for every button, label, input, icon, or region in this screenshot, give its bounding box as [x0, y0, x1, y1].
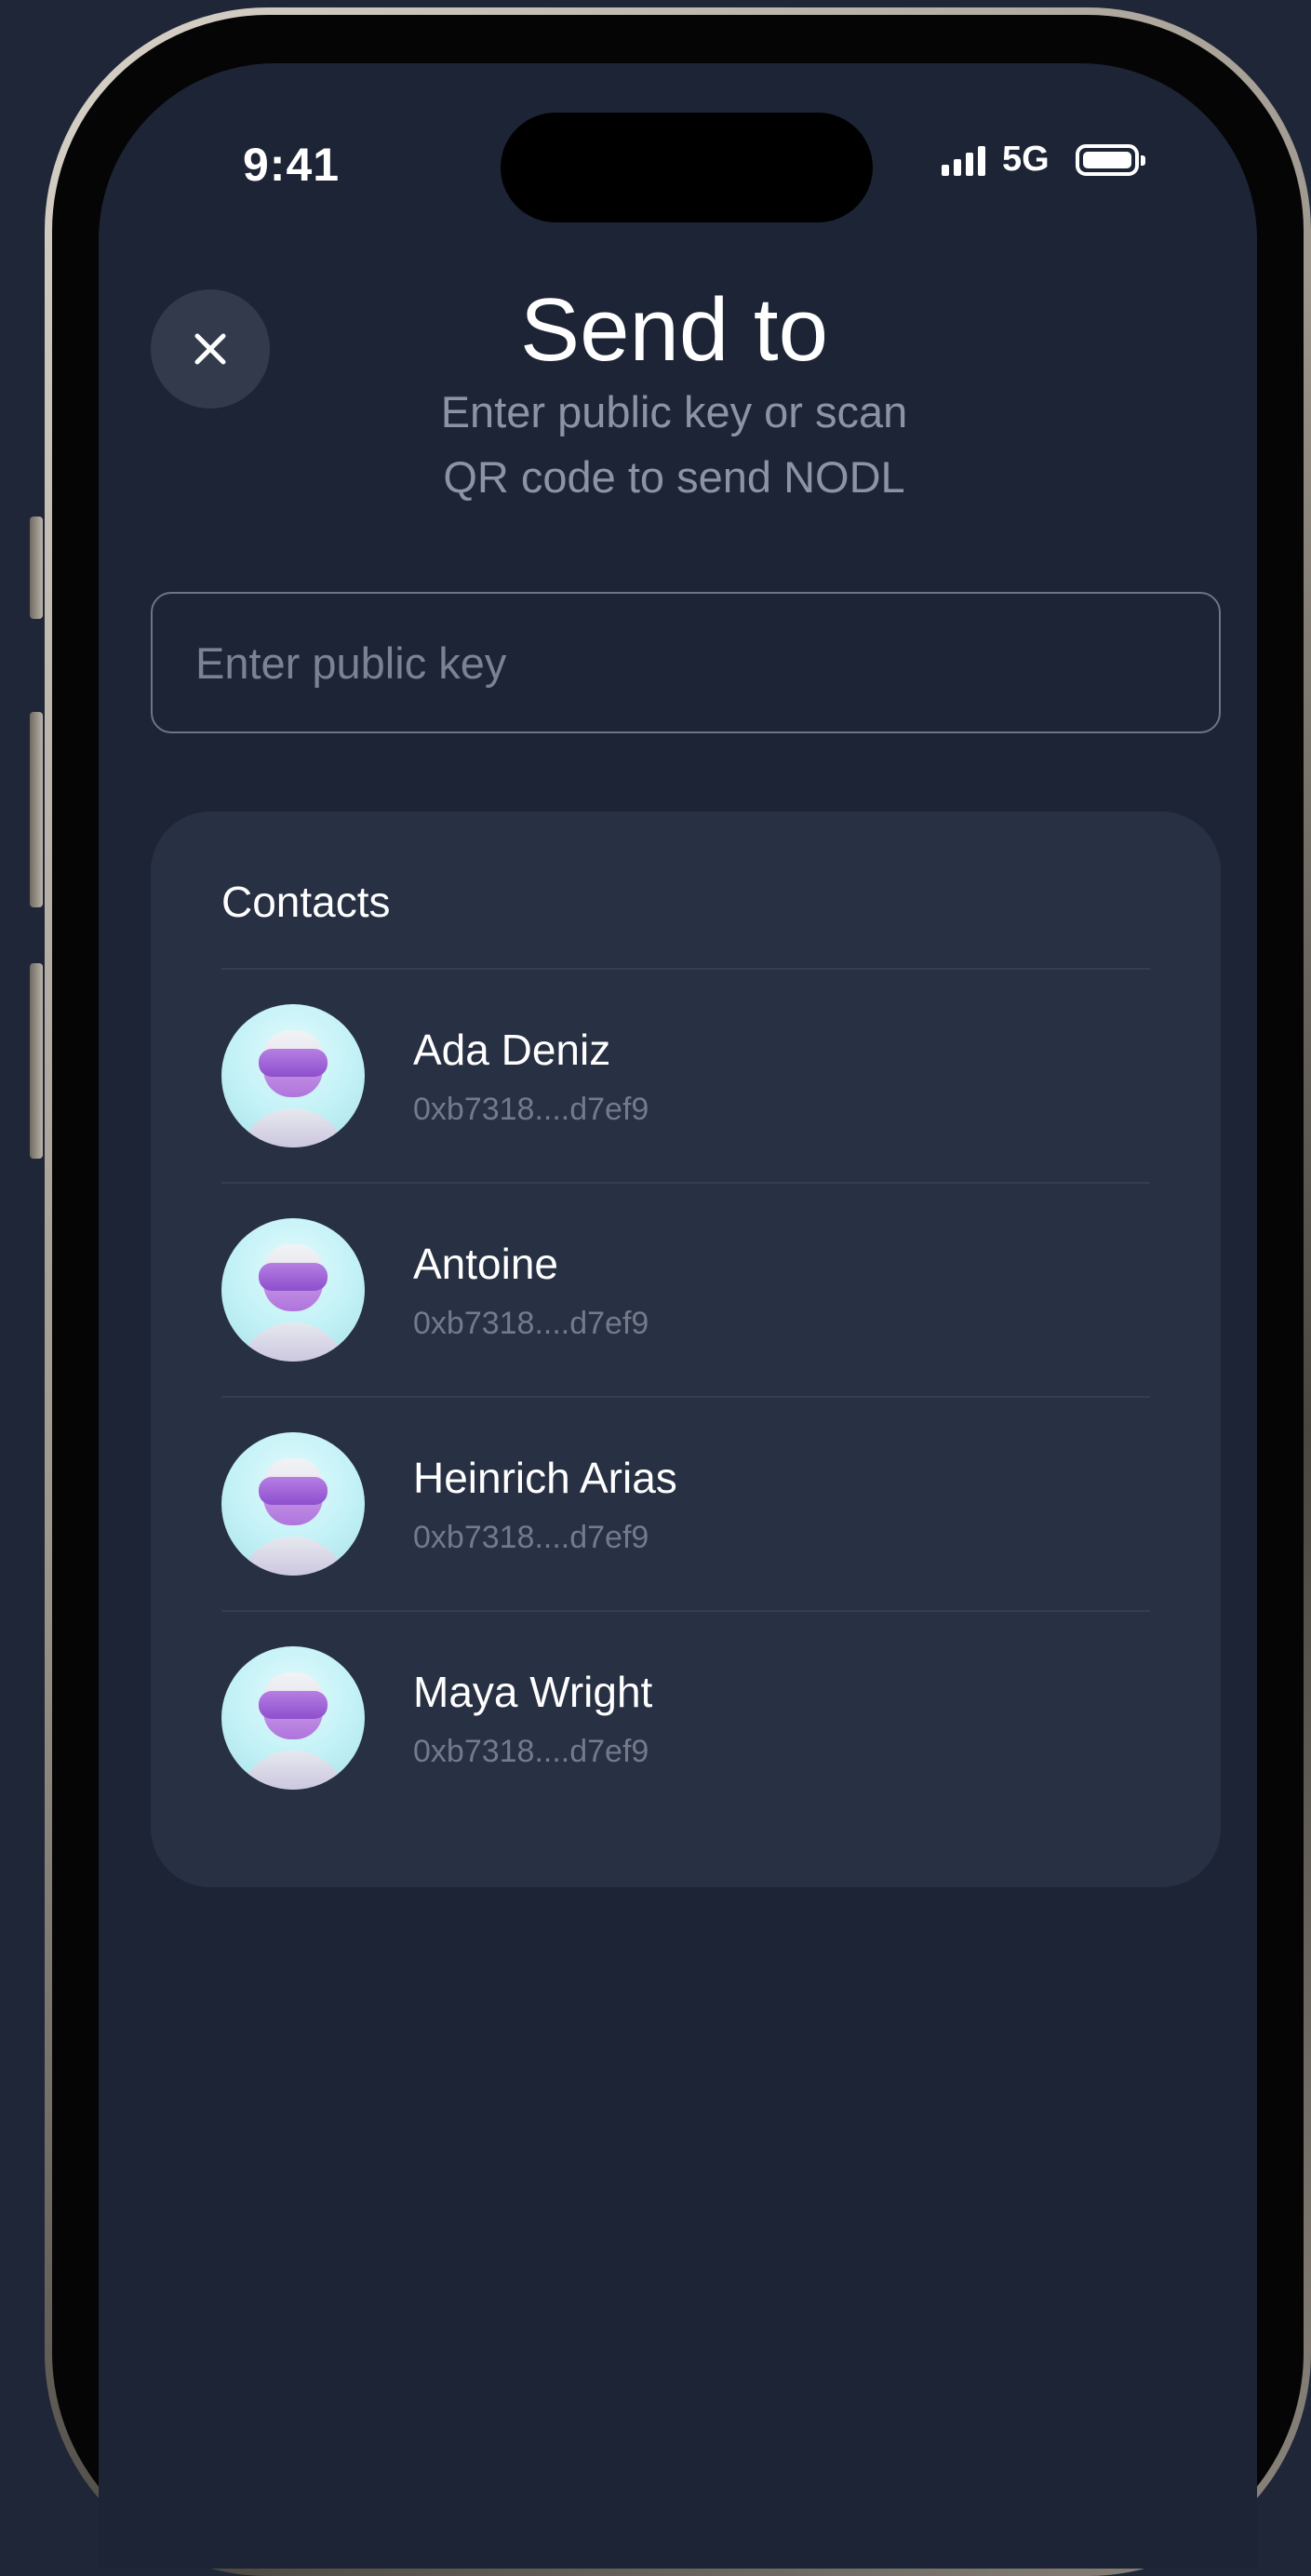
- contact-item[interactable]: Maya Wright 0xb7318....d7ef9: [221, 1612, 1150, 1824]
- phone-screen: 9:41 5G Send to Enter public key or scan…: [99, 63, 1257, 2569]
- contact-name: Maya Wright: [413, 1667, 653, 1716]
- contact-name: Antoine: [413, 1239, 559, 1288]
- avatar-robot-icon: [221, 1218, 365, 1362]
- contacts-list: Ada Deniz 0xb7318....d7ef9 Antoine 0xb73…: [221, 968, 1150, 1824]
- dynamic-island: [501, 113, 873, 222]
- contact-item[interactable]: Heinrich Arias 0xb7318....d7ef9: [221, 1398, 1150, 1610]
- battery-icon: [1075, 143, 1145, 176]
- contact-name: Ada Deniz: [413, 1025, 611, 1074]
- contacts-heading: Contacts: [221, 878, 391, 926]
- contact-item[interactable]: Ada Deniz 0xb7318....d7ef9: [221, 970, 1150, 1182]
- subtitle-line-1: Enter public key or scan: [440, 387, 908, 436]
- contacts-card: Contacts Ada Deniz 0xb7318....d7ef9 Anto…: [151, 812, 1221, 1887]
- page-subtitle: Enter public key or scan QR code to send…: [99, 380, 1257, 510]
- contact-address: 0xb7318....d7ef9: [413, 1091, 649, 1127]
- cellular-signal-icon: [942, 144, 985, 176]
- network-label: 5G: [1002, 140, 1050, 179]
- avatar-robot-icon: [221, 1004, 365, 1147]
- contact-name: Heinrich Arias: [413, 1453, 677, 1502]
- status-time: 9:41: [243, 139, 341, 191]
- phone-bezel: 9:41 5G Send to Enter public key or scan…: [52, 15, 1304, 2569]
- status-indicators: 5G: [942, 140, 1145, 180]
- contact-address: 0xb7318....d7ef9: [413, 1305, 649, 1341]
- contact-address: 0xb7318....d7ef9: [413, 1519, 649, 1555]
- public-key-input[interactable]: [151, 592, 1221, 733]
- silent-switch: [30, 517, 43, 619]
- subtitle-line-2: QR code to send NODL: [443, 452, 905, 502]
- avatar-robot-icon: [221, 1646, 365, 1790]
- page-title: Send to: [520, 280, 828, 380]
- contact-item[interactable]: Antoine 0xb7318....d7ef9: [221, 1184, 1150, 1396]
- phone-frame: 9:41 5G Send to Enter public key or scan…: [45, 7, 1311, 2576]
- avatar-robot-icon: [221, 1432, 365, 1576]
- volume-up-button: [30, 712, 43, 907]
- volume-down-button: [30, 963, 43, 1159]
- contact-address: 0xb7318....d7ef9: [413, 1733, 649, 1769]
